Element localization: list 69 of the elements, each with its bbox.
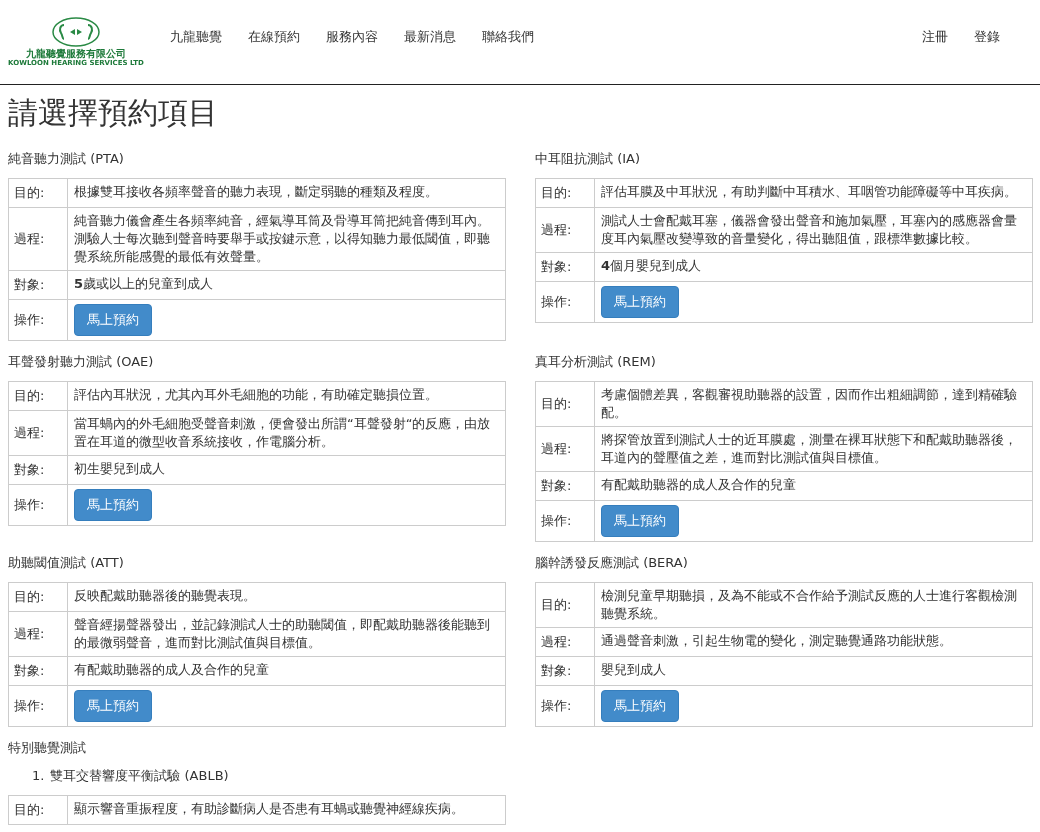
row-label: 過程: xyxy=(535,207,595,253)
row-label: 目的: xyxy=(8,178,68,208)
row-label: 對象: xyxy=(8,656,68,686)
table-cell: 將探管放置到測試人士的近耳膜處，測量在裸耳狀態下和配戴助聽器後，耳道內的聲壓值之差，進而對比測試值與目標值。 xyxy=(594,426,1033,472)
nav-link[interactable]: 聯絡我們 xyxy=(482,28,534,46)
test-title: 真耳分析測試 (REM) xyxy=(535,353,657,371)
row-label: 過程: xyxy=(8,611,68,657)
row-label: 操作: xyxy=(535,685,595,727)
table-cell: 顯示響音重振程度，有助診斷病人是否患有耳蝸或聽覺神經線疾病。 xyxy=(67,795,506,825)
row-label: 對象: xyxy=(535,471,595,501)
table-cell: 嬰兒到成人 xyxy=(594,656,1033,686)
table-cell: 檢測兒童早期聽損，及為不能或不合作給予測試反應的人士進行客觀檢測聽覺系統。 xyxy=(594,582,1033,628)
test-title: 耳聲發射聽力測試 (OAE) xyxy=(8,353,155,371)
test-title: 雙耳交替響度平衡試驗 (ABLB) xyxy=(50,767,229,785)
test-title: 中耳阻抗測試 (IA) xyxy=(535,150,641,168)
row-label: 對象: xyxy=(8,270,68,300)
nav-link[interactable]: 九龍聽覺 xyxy=(170,28,222,46)
table-cell: 考慮個體差異，客觀審視助聽器的設置，因而作出粗細調節，達到精確驗配。 xyxy=(594,381,1033,427)
section-title: 特別聽覺測試 xyxy=(8,739,87,757)
row-label: 操作: xyxy=(535,281,595,323)
test-title: 腦幹誘發反應測試 (BERA) xyxy=(535,554,689,572)
table-cell: 反映配戴助聽器後的聽覺表現。 xyxy=(67,582,506,612)
row-label: 過程: xyxy=(8,207,68,271)
account-link[interactable]: 注冊 xyxy=(922,28,948,46)
table-cell: 有配戴助聽器的成人及合作的兒童 xyxy=(594,471,1033,501)
book-now-button[interactable]: 馬上預約 xyxy=(74,489,152,521)
row-label: 過程: xyxy=(535,426,595,472)
table-cell: 根據雙耳接收各頻率聲音的聽力表現，斷定弱聽的種類及程度。 xyxy=(67,178,506,208)
table-cell: 有配戴助聽器的成人及合作的兒童 xyxy=(67,656,506,686)
table-cell: 測試人士會配戴耳塞，儀器會發出聲音和施加氣壓，耳塞內的感應器會量度耳內氣壓改變導致的音量變化，得出聽阻值，跟標準數據比較。 xyxy=(594,207,1033,253)
test-title: 純音聽力測試 (PTA) xyxy=(8,150,125,168)
table-cell: 4個月嬰兒到成人 xyxy=(594,252,1033,282)
row-label: 對象: xyxy=(535,252,595,282)
account-link[interactable]: 登錄 xyxy=(974,28,1000,46)
table-cell: 通過聲音刺激，引起生物電的變化，測定聽覺通路功能狀態。 xyxy=(594,627,1033,657)
table-cell: 評估耳膜及中耳狀況，有助判斷中耳積水、耳咽管功能障礙等中耳疾病。 xyxy=(594,178,1033,208)
book-now-button[interactable]: 馬上預約 xyxy=(601,286,679,318)
table-cell: 當耳蝸內的外毛細胞受聲音刺激，便會發出所謂“耳聲發射“的反應，由放置在耳道的微型收音系統接收，作電腦分析。 xyxy=(67,410,506,456)
table-cell: 5歲或以上的兒童到成人 xyxy=(67,270,506,300)
book-now-button[interactable]: 馬上預約 xyxy=(74,690,152,722)
row-label: 操作: xyxy=(8,685,68,727)
ear-logo-icon xyxy=(51,16,101,48)
row-label: 過程: xyxy=(8,410,68,456)
test-title: 助聽閾值測試 (ATT) xyxy=(8,554,125,572)
table-cell: 純音聽力儀會產生各頻率純音，經氣導耳筒及骨導耳筒把純音傳到耳內。測驗人士每次聽到聲音時要舉手或按鍵示意，以得知聽力最低閾值，即聽覺系統所能感覺的最低有效聲量。 xyxy=(67,207,506,271)
row-label: 操作: xyxy=(8,484,68,526)
book-now-button[interactable]: 馬上預約 xyxy=(601,505,679,537)
row-label: 目的: xyxy=(535,178,595,208)
row-label: 目的: xyxy=(535,582,595,628)
row-label: 操作: xyxy=(535,500,595,542)
row-label: 對象: xyxy=(8,455,68,485)
table-cell: 聲音經揚聲器發出，並記錄測試人士的助聽閾值，即配戴助聽器後能聽到的最微弱聲音，進而對比測試值與目標值。 xyxy=(67,611,506,657)
nav-link[interactable]: 在線預約 xyxy=(248,28,300,46)
book-now-button[interactable]: 馬上預約 xyxy=(74,304,152,336)
table-cell: 評估內耳狀況，尤其內耳外毛細胞的功能，有助確定聽損位置。 xyxy=(67,381,506,411)
row-label: 目的: xyxy=(8,381,68,411)
logo-text: 九龍聽覺服務有限公司 xyxy=(26,48,126,59)
row-label: 過程: xyxy=(535,627,595,657)
row-label: 目的: xyxy=(535,381,595,427)
row-label: 操作: xyxy=(8,299,68,341)
row-label: 目的: xyxy=(8,582,68,612)
nav-link[interactable]: 最新消息 xyxy=(404,28,456,46)
row-label: 對象: xyxy=(535,656,595,686)
nav-link[interactable]: 服務內容 xyxy=(326,28,378,46)
page-title: 請選擇預約項目 xyxy=(8,94,219,132)
list-number: 1. xyxy=(32,767,45,785)
book-now-button[interactable]: 馬上預約 xyxy=(601,690,679,722)
table-cell: 初生嬰兒到成人 xyxy=(67,455,506,485)
row-label: 目的: xyxy=(8,795,68,825)
